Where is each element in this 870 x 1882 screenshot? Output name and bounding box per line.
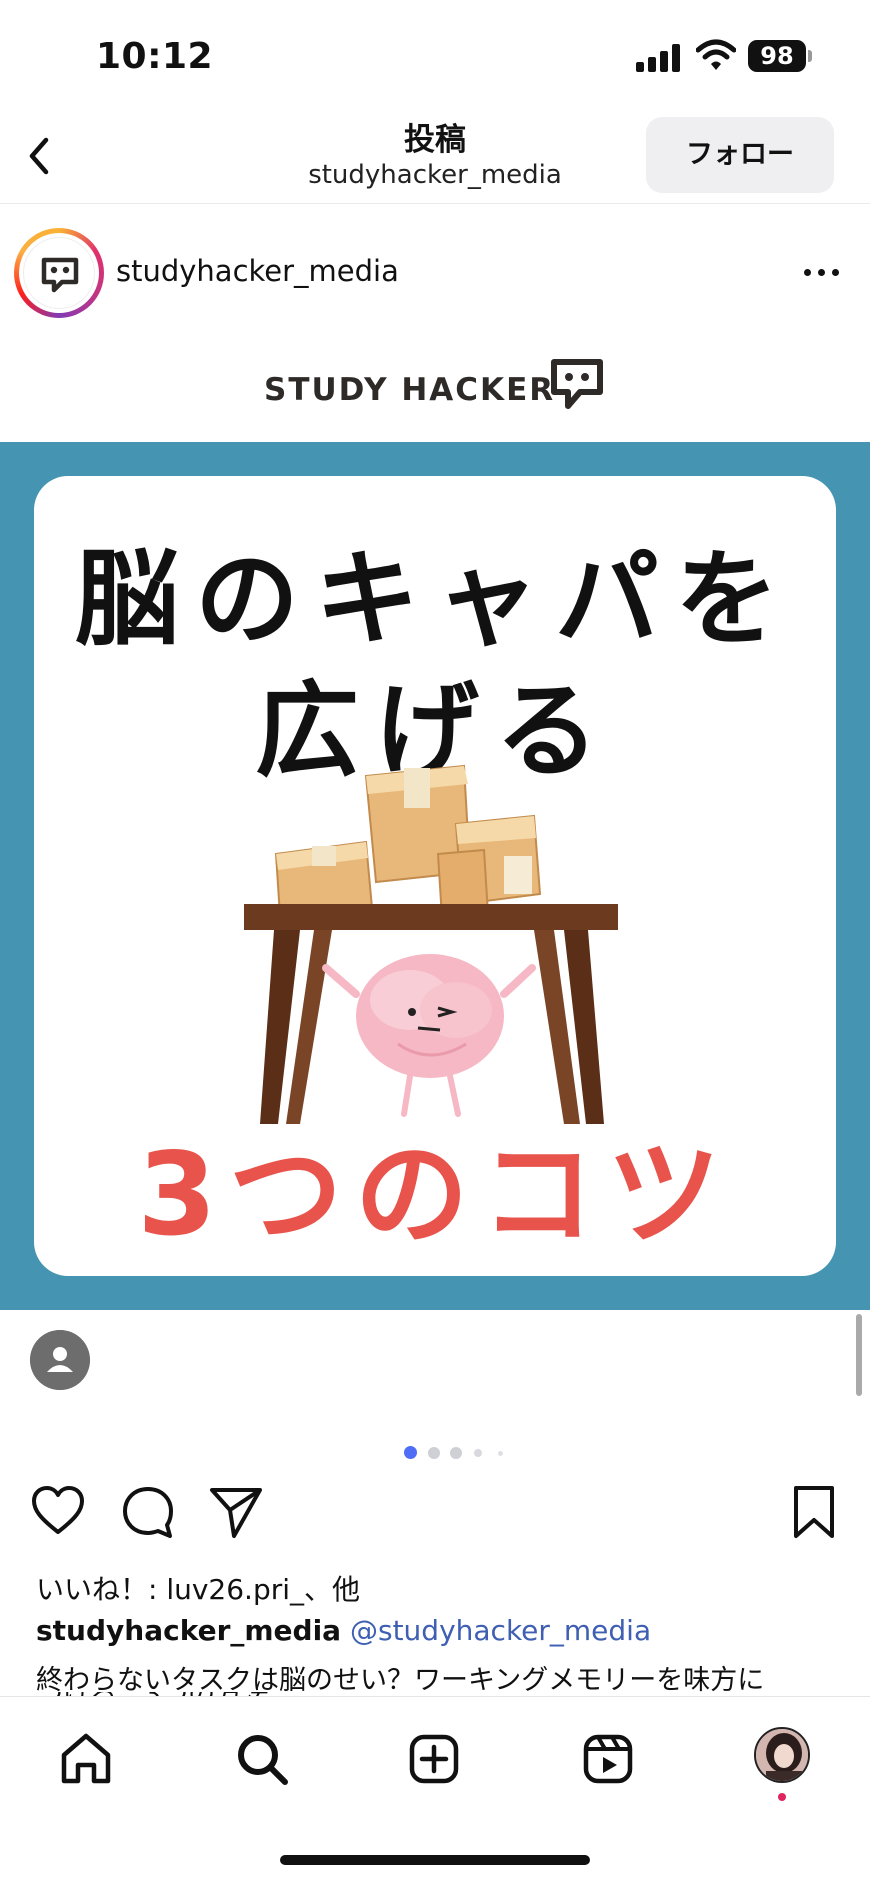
battery-indicator: 98 xyxy=(748,40,806,72)
story-ring[interactable] xyxy=(14,228,104,318)
search-icon[interactable] xyxy=(232,1729,292,1789)
headline-line-3: 3つのコツ xyxy=(137,1128,733,1261)
status-bar: 10:12 98 xyxy=(0,0,870,110)
profile-photo xyxy=(756,1729,808,1781)
reels-icon[interactable] xyxy=(578,1729,638,1789)
profile-avatar[interactable] xyxy=(754,1727,810,1783)
carousel-dot xyxy=(428,1447,440,1459)
send-icon[interactable] xyxy=(206,1482,266,1542)
post-image-background: 脳のキャパを 広げる 3つのコツ xyxy=(0,442,870,1310)
battery-cap xyxy=(808,50,812,62)
carousel-dot-active xyxy=(404,1446,417,1459)
brain-under-table-illustration xyxy=(244,764,618,1124)
nav-header: 投稿 studyhacker_media フォロー xyxy=(0,110,870,204)
speech-bubble-logo-icon xyxy=(41,257,79,293)
user-tag-icon[interactable] xyxy=(30,1330,90,1390)
account-avatar xyxy=(23,237,95,309)
brand-logo-text: STUDY HACKER xyxy=(264,372,556,408)
carousel-dot xyxy=(474,1449,482,1457)
bookmark-icon[interactable] xyxy=(784,1482,844,1542)
headline-card: 脳のキャパを 広げる 3つのコツ xyxy=(34,476,836,1276)
more-options-icon[interactable] xyxy=(800,266,844,280)
post-action-row xyxy=(0,1482,870,1546)
comment-icon[interactable] xyxy=(118,1482,178,1542)
headline-line-1: 脳のキャパを xyxy=(74,538,795,660)
home-icon[interactable] xyxy=(56,1729,116,1789)
brand-strip: STUDY HACKER xyxy=(0,332,870,442)
notification-dot xyxy=(778,1793,786,1801)
post-header: studyhacker_media xyxy=(0,210,870,332)
likes-summary[interactable]: いいね！: luv26.pri_、他 xyxy=(36,1568,360,1608)
carousel-indicator xyxy=(404,1446,514,1460)
scrollbar[interactable] xyxy=(856,1314,862,1396)
cellular-signal-icon xyxy=(636,44,680,72)
cardboard-boxes xyxy=(274,764,542,920)
bottom-nav xyxy=(0,1696,870,1882)
status-time: 10:12 xyxy=(96,36,214,77)
carousel-dot xyxy=(498,1451,503,1456)
brain-character xyxy=(322,954,536,1117)
caption-username[interactable]: studyhacker_media xyxy=(36,1614,341,1647)
heart-icon[interactable] xyxy=(28,1482,88,1542)
post-image[interactable]: STUDY HACKER 脳のキャパを 広げる 3つのコツ xyxy=(0,332,870,1310)
caption-mention[interactable]: @studyhacker_media xyxy=(350,1614,651,1647)
post-username[interactable]: studyhacker_media xyxy=(116,254,399,288)
home-indicator xyxy=(280,1855,590,1865)
plus-square-icon[interactable] xyxy=(404,1729,464,1789)
carousel-dot xyxy=(450,1447,462,1459)
caption-header: studyhacker_media @studyhacker_media xyxy=(36,1614,651,1647)
speech-bubble-logo-icon xyxy=(551,359,603,409)
wifi-icon xyxy=(696,39,736,70)
follow-button[interactable]: フォロー xyxy=(646,117,834,193)
